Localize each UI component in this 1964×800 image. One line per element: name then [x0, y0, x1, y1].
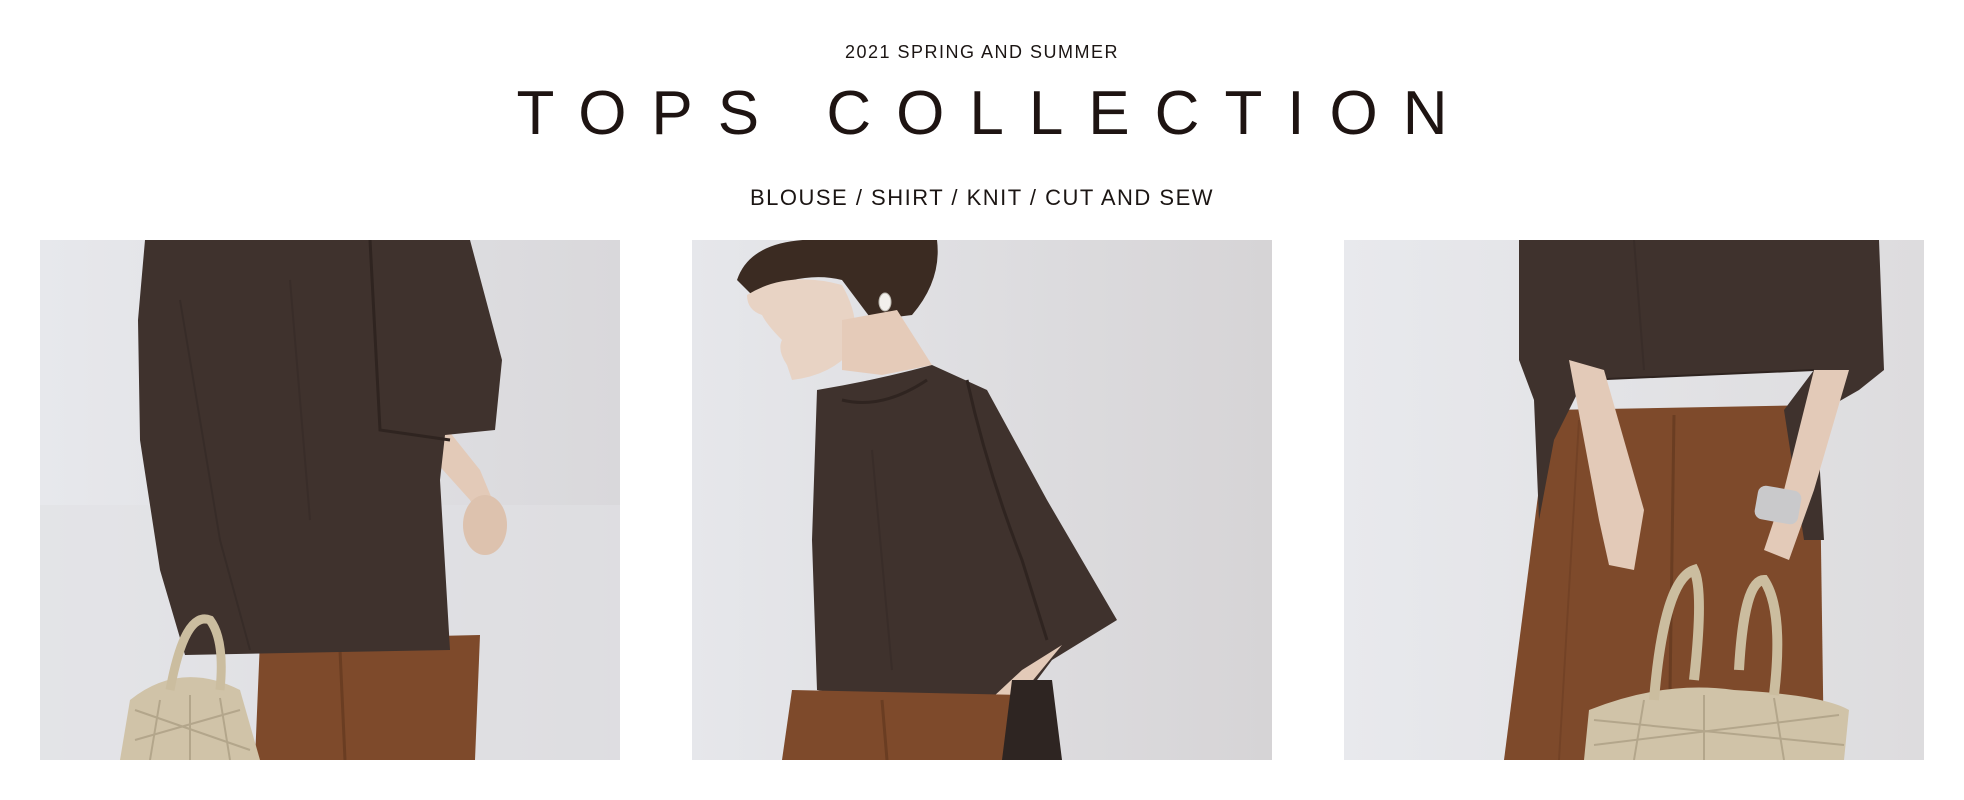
collection-header: 2021 SPRING AND SUMMER TOPS COLLECTION B…	[0, 0, 1964, 240]
product-photo-back-view[interactable]	[40, 240, 620, 760]
category-list: BLOUSE / SHIRT / KNIT / CUT AND SEW	[749, 185, 1215, 210]
product-photo-front-view[interactable]	[1344, 240, 1924, 760]
photo-side-view-image	[692, 240, 1272, 760]
product-photo-side-view[interactable]	[692, 240, 1272, 760]
season-label: 2021 SPRING AND SUMMER	[844, 42, 1120, 62]
product-gallery	[40, 240, 1924, 760]
photo-back-view-image	[40, 240, 620, 760]
photo-front-view-image	[1344, 240, 1924, 760]
collection-title: TOPS COLLECTION	[516, 79, 1473, 148]
